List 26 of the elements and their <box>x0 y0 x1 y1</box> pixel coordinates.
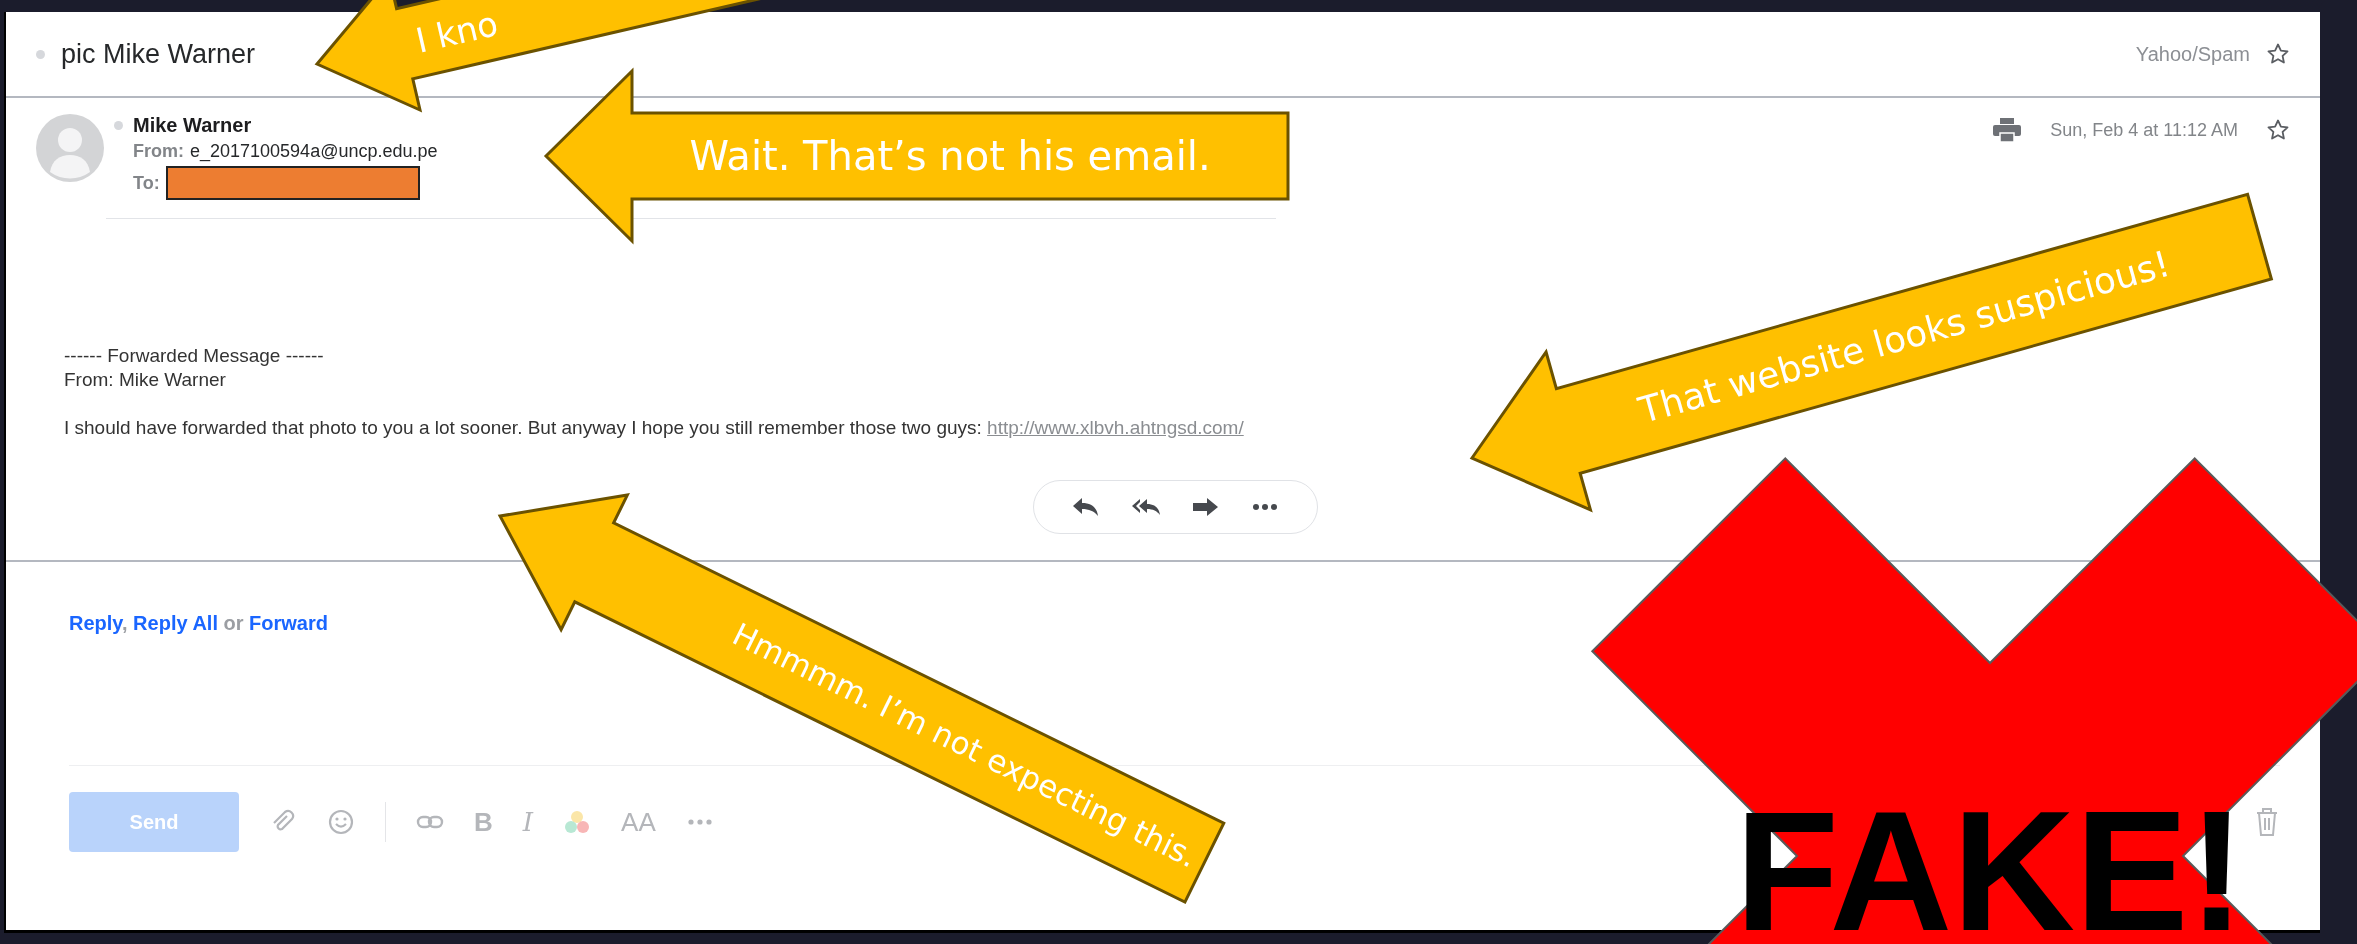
email-subject: pic Mike Warner <box>61 38 256 70</box>
callout-text: I kno <box>411 3 502 61</box>
to-label: To: <box>133 172 160 194</box>
sender-address: e_2017100594a@uncp.edu.pe <box>190 141 438 162</box>
status-dot-icon <box>36 49 45 59</box>
color-dots-icon[interactable] <box>563 808 592 836</box>
callout-text: Wait. That’s not his email. <box>689 133 1211 180</box>
body-paragraph: I should have forwarded that photo to you a lot sooner. But anyway I hope you still remember those two guys: http://www.xlbvh.ahtngsd.com/ <box>64 416 1245 440</box>
printer-icon[interactable] <box>1992 117 2023 143</box>
status-dot-icon <box>114 121 123 130</box>
font-size-button[interactable]: AA <box>621 807 656 837</box>
body-link[interactable]: http://www.xlbvh.ahtngsd.com/ <box>987 417 1244 438</box>
italic-button[interactable]: I <box>522 807 534 837</box>
from-label: From: <box>133 141 184 162</box>
fake-stamp-text: FAKE! <box>1735 776 2245 944</box>
sender-name: Mike Warner <box>133 114 252 137</box>
folder-label: Yahoo/Spam <box>2135 42 2250 66</box>
reply-options-text: Reply, Reply All or Forward <box>69 612 328 635</box>
forward-link[interactable]: Forward <box>249 612 328 634</box>
reply-all-link[interactable]: Reply All <box>133 612 218 634</box>
star-icon[interactable] <box>2266 118 2290 142</box>
avatar-icon <box>36 114 104 182</box>
reply-link[interactable]: Reply <box>69 612 122 634</box>
star-icon[interactable] <box>2266 42 2290 66</box>
message-date: Sun, Feb 4 at 11:12 AM <box>2050 119 2238 141</box>
bold-button[interactable]: B <box>474 807 493 837</box>
